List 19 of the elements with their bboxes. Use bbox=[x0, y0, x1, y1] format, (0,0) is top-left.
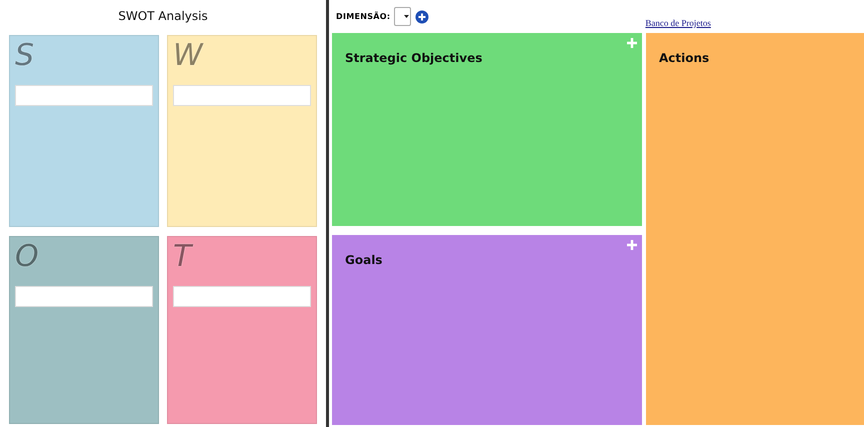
input-field[interactable] bbox=[173, 85, 311, 106]
quadrant-letter: O bbox=[15, 242, 39, 272]
dimension-select[interactable] bbox=[394, 7, 412, 26]
quadrant-letter: S bbox=[15, 41, 34, 71]
quadrant-letter: W bbox=[173, 41, 203, 71]
input-field[interactable] bbox=[15, 85, 153, 106]
projects-link[interactable]: Banco de Projetos bbox=[645, 18, 711, 28]
input-field[interactable] bbox=[15, 286, 153, 307]
plus-icon[interactable] bbox=[627, 240, 637, 250]
plus-icon[interactable] bbox=[627, 38, 637, 48]
panel-title: SWOT Analysis bbox=[117, 8, 209, 25]
board-title: Actions bbox=[659, 51, 710, 65]
board-title: Strategic Objectives bbox=[345, 51, 484, 65]
add-icon[interactable] bbox=[415, 10, 430, 24]
input-field[interactable] bbox=[173, 286, 311, 307]
dimension-label: DIMENSÃO: bbox=[336, 12, 390, 21]
quadrant-letter: T bbox=[173, 242, 192, 272]
caret-icon bbox=[403, 14, 410, 19]
board-title: Goals bbox=[345, 253, 384, 267]
